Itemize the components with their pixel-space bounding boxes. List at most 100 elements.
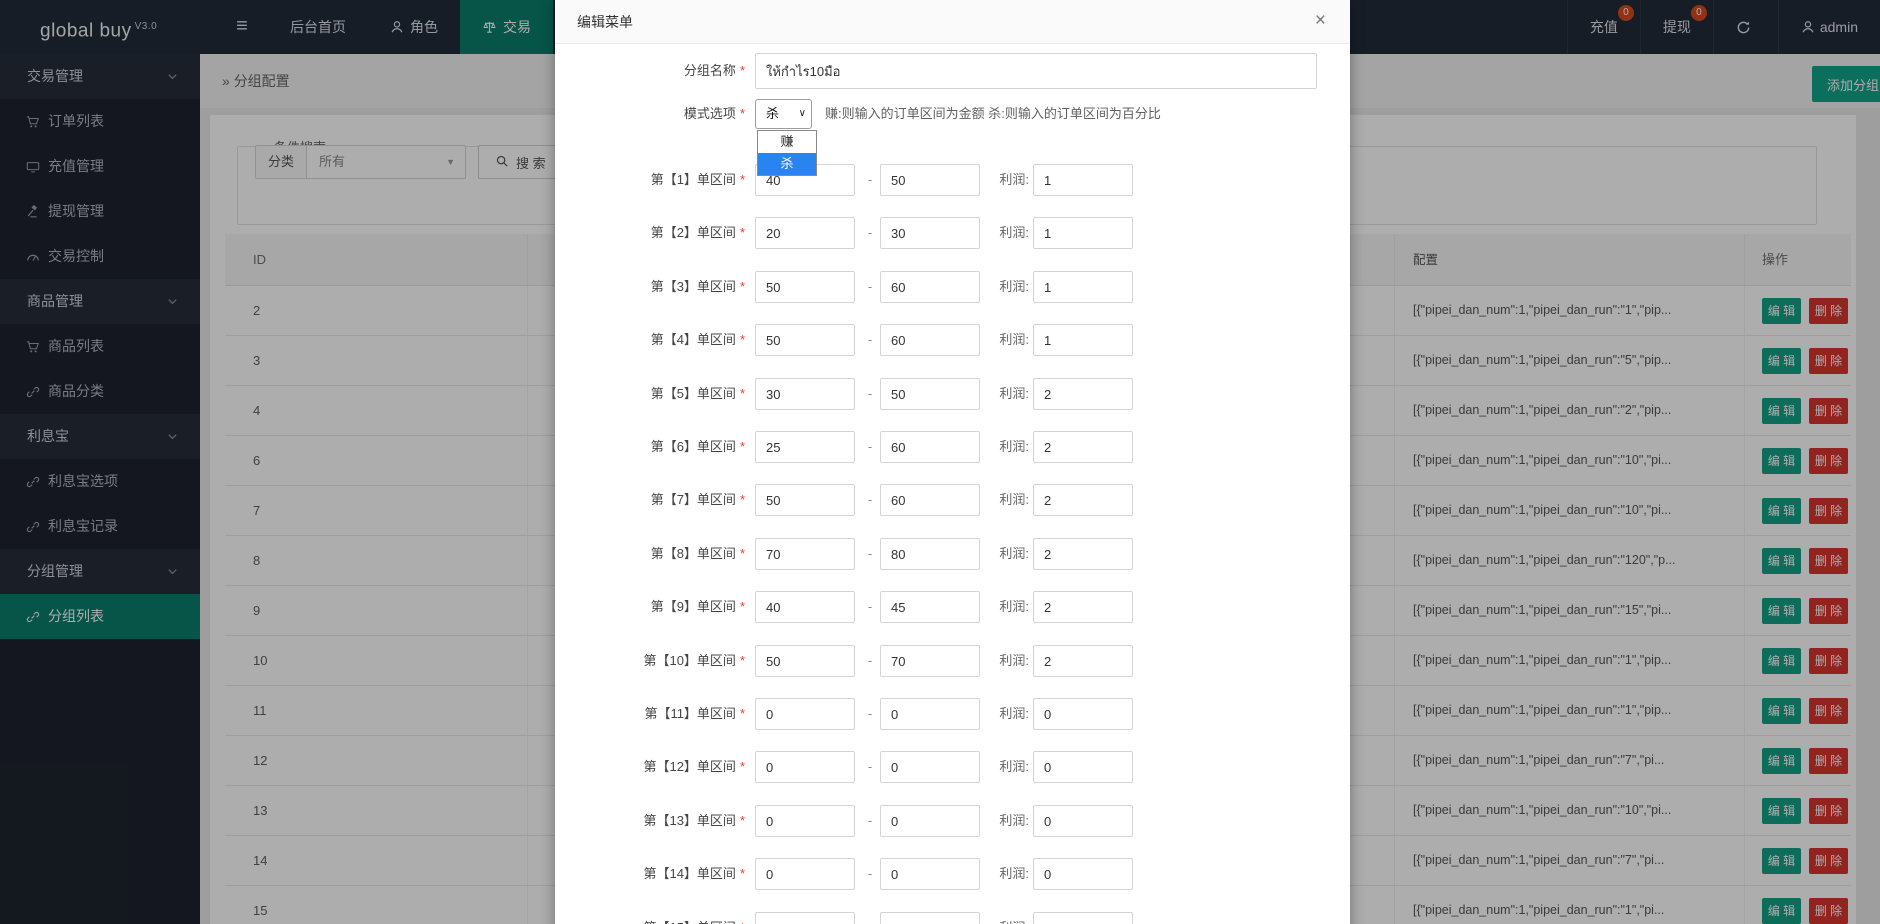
group-name-input[interactable] bbox=[755, 53, 1317, 89]
range-to-input[interactable] bbox=[880, 805, 980, 837]
profit-label: 利润: bbox=[989, 484, 1029, 516]
mode-option-zhuan[interactable]: 赚 bbox=[758, 131, 816, 153]
range-row-label: 第【6】单区间* bbox=[573, 431, 745, 463]
range-row: 第【13】单区间*-利润: bbox=[555, 805, 1350, 837]
screen: global buyV3.0 ≡ 后台首页角色交易 充值 0 提现 0 admi… bbox=[0, 0, 1880, 924]
range-from-input[interactable] bbox=[755, 484, 855, 516]
profit-label: 利润: bbox=[989, 751, 1029, 783]
profit-input[interactable] bbox=[1033, 431, 1133, 463]
range-row-label: 第【2】单区间* bbox=[573, 217, 745, 249]
range-to-input[interactable] bbox=[880, 751, 980, 783]
range-row-label: 第【1】单区间* bbox=[573, 164, 745, 196]
range-from-input[interactable] bbox=[755, 431, 855, 463]
profit-input[interactable] bbox=[1033, 378, 1133, 410]
range-from-input[interactable] bbox=[755, 271, 855, 303]
mode-select[interactable]: 杀 ∨ bbox=[755, 99, 812, 129]
range-row-label: 第【12】单区间* bbox=[573, 751, 745, 783]
range-dash: - bbox=[863, 484, 877, 516]
profit-label: 利润: bbox=[989, 538, 1029, 570]
profit-input[interactable] bbox=[1033, 484, 1133, 516]
profit-label: 利润: bbox=[989, 698, 1029, 730]
edit-menu-modal: 编辑菜单 × 分组名称* 模式选项* 杀 ∨ 赚:则输入的订单区间为金额 杀:则… bbox=[555, 0, 1350, 924]
range-dash: - bbox=[863, 271, 877, 303]
range-row: 第【4】单区间*-利润: bbox=[555, 324, 1350, 356]
range-to-input[interactable] bbox=[880, 271, 980, 303]
range-to-input[interactable] bbox=[880, 484, 980, 516]
range-row: 第【8】单区间* - 利润: bbox=[555, 538, 1350, 570]
range-row: 第【1】单区间* - 利润: bbox=[555, 164, 1350, 196]
chevron-down-icon: ∨ bbox=[799, 100, 806, 128]
range-dash: - bbox=[863, 164, 877, 196]
range-row: 第【6】单区间* - 利润: bbox=[555, 431, 1350, 463]
range-row-label: 第【10】单区间* bbox=[573, 645, 745, 677]
range-to-input[interactable] bbox=[880, 378, 980, 410]
profit-input[interactable] bbox=[1033, 271, 1133, 303]
range-row-label: 第【13】单区间* bbox=[573, 805, 745, 837]
range-from-input[interactable] bbox=[755, 591, 855, 623]
range-row-label: 第【4】单区间* bbox=[573, 324, 745, 356]
profit-input[interactable] bbox=[1033, 324, 1133, 356]
range-row: 第【3】单区间*-利润: bbox=[555, 271, 1350, 303]
range-dash: - bbox=[863, 645, 877, 677]
range-to-input[interactable] bbox=[880, 591, 980, 623]
range-row-label: 第【5】单区间* bbox=[573, 378, 745, 410]
profit-label: 利润: bbox=[989, 164, 1029, 196]
modal-title: 编辑菜单 bbox=[555, 0, 1350, 44]
profit-input[interactable] bbox=[1033, 858, 1133, 890]
range-dash: - bbox=[863, 858, 877, 890]
range-to-input[interactable] bbox=[880, 645, 980, 677]
range-from-input[interactable] bbox=[755, 805, 855, 837]
range-dash: - bbox=[863, 591, 877, 623]
range-from-input[interactable] bbox=[755, 751, 855, 783]
range-from-input[interactable] bbox=[755, 378, 855, 410]
range-row-label: 第【14】单区间* bbox=[573, 858, 745, 890]
range-row-label: 第【7】单区间* bbox=[573, 484, 745, 516]
profit-input[interactable] bbox=[1033, 698, 1133, 730]
range-from-input[interactable] bbox=[755, 538, 855, 570]
range-from-input[interactable] bbox=[755, 912, 855, 924]
profit-input[interactable] bbox=[1033, 751, 1133, 783]
profit-label: 利润: bbox=[989, 271, 1029, 303]
close-icon[interactable]: × bbox=[1309, 0, 1332, 44]
range-to-input[interactable] bbox=[880, 164, 980, 196]
range-row-label: 第【15】单区间* bbox=[573, 912, 745, 924]
range-to-input[interactable] bbox=[880, 858, 980, 890]
profit-label: 利润: bbox=[989, 591, 1029, 623]
profit-label: 利润: bbox=[989, 858, 1029, 890]
range-from-input[interactable] bbox=[755, 858, 855, 890]
range-from-input[interactable] bbox=[755, 645, 855, 677]
range-dash: - bbox=[863, 324, 877, 356]
range-row: 第【12】单区间*-利润: bbox=[555, 751, 1350, 783]
range-from-input[interactable] bbox=[755, 698, 855, 730]
range-to-input[interactable] bbox=[880, 217, 980, 249]
mode-option-sha[interactable]: 杀 bbox=[758, 153, 816, 175]
profit-label: 利润: bbox=[989, 378, 1029, 410]
profit-label: 利润: bbox=[989, 431, 1029, 463]
range-row: 第【10】单区间*-利润: bbox=[555, 645, 1350, 677]
range-row: 第【14】单区间* - 利润: bbox=[555, 858, 1350, 890]
profit-label: 利润: bbox=[989, 912, 1029, 924]
profit-input[interactable] bbox=[1033, 912, 1133, 924]
range-dash: - bbox=[863, 805, 877, 837]
range-dash: - bbox=[863, 431, 877, 463]
range-to-input[interactable] bbox=[880, 538, 980, 570]
range-dash: - bbox=[863, 538, 877, 570]
profit-label: 利润: bbox=[989, 217, 1029, 249]
group-name-label: 分组名称* bbox=[573, 53, 745, 89]
range-to-input[interactable] bbox=[880, 431, 980, 463]
range-from-input[interactable] bbox=[755, 217, 855, 249]
range-to-input[interactable] bbox=[880, 698, 980, 730]
profit-input[interactable] bbox=[1033, 164, 1133, 196]
profit-input[interactable] bbox=[1033, 645, 1133, 677]
profit-input[interactable] bbox=[1033, 538, 1133, 570]
mode-dropdown: 赚 杀 bbox=[757, 130, 817, 176]
profit-input[interactable] bbox=[1033, 805, 1133, 837]
profit-input[interactable] bbox=[1033, 217, 1133, 249]
range-row: 第【11】单区间*-利润: bbox=[555, 698, 1350, 730]
range-to-input[interactable] bbox=[880, 912, 980, 924]
range-to-input[interactable] bbox=[880, 324, 980, 356]
profit-input[interactable] bbox=[1033, 591, 1133, 623]
range-row-label: 第【8】单区间* bbox=[573, 538, 745, 570]
range-dash: - bbox=[863, 912, 877, 924]
range-from-input[interactable] bbox=[755, 324, 855, 356]
